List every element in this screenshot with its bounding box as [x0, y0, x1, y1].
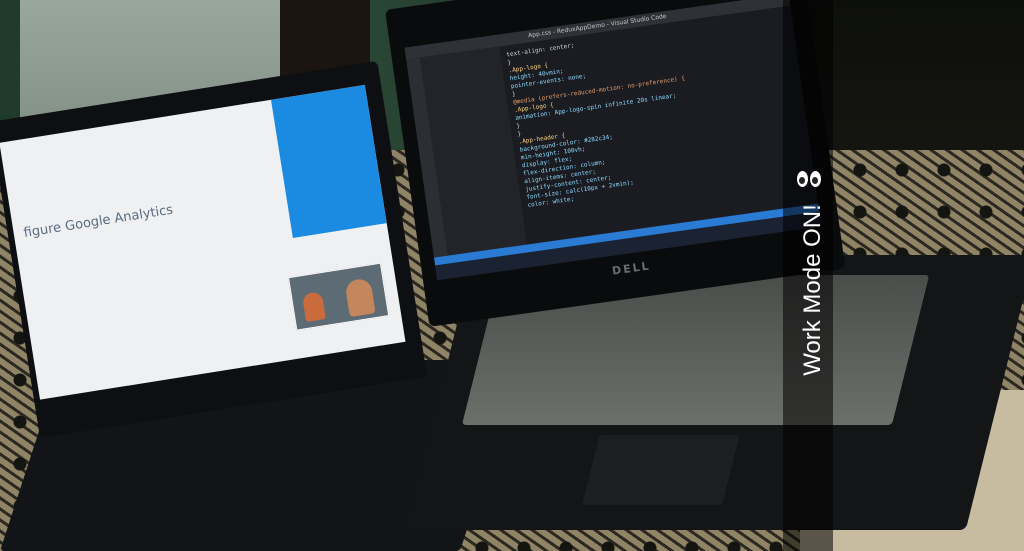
video-call-thumbnail	[287, 262, 390, 331]
eyes-emoji-icon	[796, 168, 822, 194]
left-laptop-screen: figure Google Analytics	[0, 60, 428, 439]
caption-text: Work Mode ON!	[799, 204, 826, 376]
video-person-right	[344, 277, 376, 318]
touchpad	[581, 435, 740, 505]
left-laptop-display: figure Google Analytics	[0, 84, 406, 400]
photo-scene: figure Google Analytics App.css - ReduxA…	[0, 0, 1024, 551]
blue-panel	[270, 84, 387, 239]
page-heading: figure Google Analytics	[22, 202, 175, 241]
right-laptop-screen: App.css - ReduxAppDemo - Visual Studio C…	[385, 0, 846, 327]
video-person-left	[301, 291, 326, 323]
code-editor: text-align: center; } .App-logo { height…	[506, 13, 810, 240]
vscode-window: App.css - ReduxAppDemo - Visual Studio C…	[404, 0, 822, 281]
